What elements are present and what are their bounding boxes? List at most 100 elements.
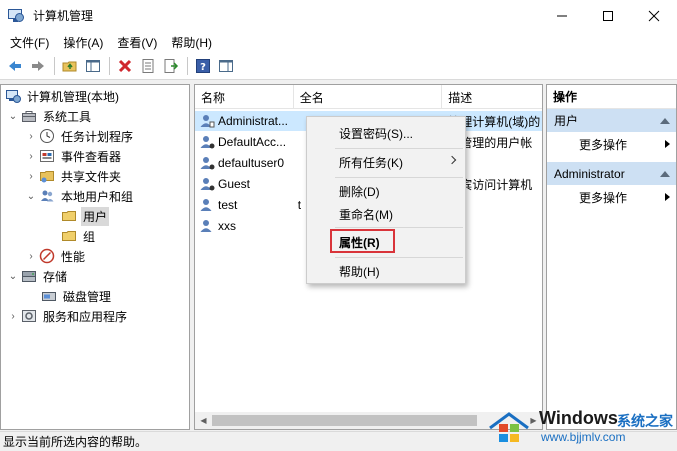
- chevron-right-icon[interactable]: ›: [25, 131, 37, 142]
- chevron-right-icon[interactable]: ›: [25, 251, 37, 262]
- delete-button[interactable]: [114, 55, 136, 77]
- console-tree-icon: [86, 60, 100, 72]
- tree-item-root[interactable]: 计算机管理(本地): [3, 86, 121, 106]
- menu-separator: [335, 177, 463, 178]
- forward-arrow-icon: [32, 61, 44, 71]
- collapse-icon[interactable]: [660, 117, 670, 124]
- show-hide-tree-button[interactable]: [82, 55, 104, 77]
- maximize-button[interactable]: [585, 0, 631, 31]
- menu-help[interactable]: 帮助(H): [164, 34, 219, 51]
- help-icon: ?: [196, 59, 210, 73]
- column-header-description[interactable]: 描述: [442, 85, 542, 109]
- menu-item-all-tasks[interactable]: 所有任务(K): [307, 151, 465, 173]
- services-icon: [21, 308, 37, 324]
- actions-section-users[interactable]: 用户: [547, 109, 676, 132]
- console-tree: 计算机管理(本地) ⌄ 系统工具 › 任务计划程序 › 事件查看器 › 共享文件…: [0, 84, 190, 430]
- user-name: Guest: [218, 177, 251, 191]
- chevron-down-icon[interactable]: ⌄: [7, 271, 19, 282]
- column-header-name[interactable]: 名称: [195, 85, 294, 109]
- menu-item-delete[interactable]: 删除(D): [307, 180, 465, 202]
- tree-item-system-tools[interactable]: ⌄ 系统工具: [7, 106, 93, 126]
- chevron-right-icon[interactable]: ›: [25, 151, 37, 162]
- actions-title: 操作: [547, 85, 676, 109]
- toolbar-separator: [54, 57, 55, 75]
- tree-item-task-scheduler[interactable]: › 任务计划程序: [25, 126, 135, 146]
- tree-item-services-apps[interactable]: › 服务和应用程序: [7, 306, 129, 326]
- event-viewer-icon: [39, 148, 55, 164]
- export-icon: [164, 59, 179, 73]
- action-pane-button[interactable]: [215, 55, 237, 77]
- tree-item-shared-folders[interactable]: › 共享文件夹: [25, 166, 123, 186]
- svg-text:?: ?: [200, 62, 206, 73]
- storage-icon: [21, 268, 37, 284]
- watermark-url: www.bjjmlv.com: [541, 430, 626, 444]
- user-name: test: [218, 198, 238, 212]
- folder-icon: [61, 228, 77, 244]
- minimize-button[interactable]: [539, 0, 585, 31]
- menu-item-rename[interactable]: 重命名(M): [307, 203, 465, 225]
- more-actions-users[interactable]: 更多操作: [547, 132, 676, 156]
- tree-item-local-users-groups[interactable]: ⌄ 本地用户和组: [25, 186, 135, 206]
- toolbar-separator: [187, 57, 188, 75]
- menu-separator: [335, 227, 463, 228]
- user-account-icon: [199, 134, 215, 150]
- tree-item-performance[interactable]: › 性能: [25, 246, 87, 266]
- up-folder-button[interactable]: [59, 55, 81, 77]
- properties-icon: [142, 59, 154, 73]
- close-button[interactable]: [631, 0, 677, 31]
- watermark-brand: Windows: [539, 408, 618, 428]
- user-account-icon: [199, 218, 215, 234]
- forward-button[interactable]: [27, 55, 49, 77]
- title-bar: 计算机管理: [0, 0, 677, 31]
- scrollbar-thumb[interactable]: [212, 415, 477, 426]
- close-icon: [648, 10, 660, 21]
- delete-x-icon: [118, 59, 132, 73]
- folder-icon: [61, 208, 77, 224]
- toolbar-separator: [109, 57, 110, 75]
- menu-action[interactable]: 操作(A): [56, 34, 110, 51]
- tree-item-users[interactable]: 用户: [59, 206, 110, 226]
- tree-item-event-viewer[interactable]: › 事件查看器: [25, 146, 123, 166]
- toolbox-icon: [21, 108, 37, 124]
- action-pane-icon: [219, 60, 233, 72]
- more-actions-administrator[interactable]: 更多操作: [547, 185, 676, 209]
- maximize-icon: [603, 10, 613, 21]
- menu-file[interactable]: 文件(F): [3, 34, 56, 51]
- tree-item-storage[interactable]: ⌄ 存储: [7, 266, 69, 286]
- users-group-icon: [39, 188, 55, 204]
- tree-item-groups[interactable]: 组: [59, 226, 97, 246]
- chevron-right-icon[interactable]: ›: [7, 311, 19, 322]
- menu-separator: [335, 148, 463, 149]
- user-name: xxs: [218, 219, 236, 233]
- shared-folder-icon: [39, 168, 55, 184]
- help-toolbar-button[interactable]: ?: [192, 55, 214, 77]
- menu-item-help[interactable]: 帮助(H): [307, 260, 465, 282]
- submenu-arrow-icon: [665, 140, 670, 148]
- menu-item-set-password[interactable]: 设置密码(S)...: [307, 122, 465, 144]
- chevron-right-icon[interactable]: ›: [25, 171, 37, 182]
- computer-icon: [5, 88, 21, 104]
- actions-pane: 操作 用户 更多操作 Administrator 更多操作: [546, 84, 677, 430]
- computer-management-icon: [8, 8, 24, 23]
- actions-section-administrator[interactable]: Administrator: [547, 162, 676, 185]
- back-arrow-icon: [9, 61, 21, 71]
- back-button[interactable]: [4, 55, 26, 77]
- menu-bar: 文件(F) 操作(A) 查看(V) 帮助(H): [0, 31, 677, 53]
- properties-toolbar-button[interactable]: [137, 55, 159, 77]
- menu-view[interactable]: 查看(V): [110, 34, 164, 51]
- export-list-button[interactable]: [160, 55, 182, 77]
- user-account-icon: [199, 113, 215, 129]
- watermark-cn: 系统之家: [617, 413, 673, 429]
- folder-up-icon: [62, 61, 77, 72]
- menu-separator: [335, 257, 463, 258]
- user-account-icon: [199, 176, 215, 192]
- performance-icon: [39, 248, 55, 264]
- windows-logo-icon: [489, 412, 529, 442]
- collapse-icon[interactable]: [660, 170, 670, 177]
- scroll-left-icon[interactable]: ◀: [195, 412, 212, 429]
- chevron-down-icon[interactable]: ⌄: [7, 111, 19, 122]
- tree-item-disk-management[interactable]: 磁盘管理: [39, 286, 113, 306]
- column-header-fullname[interactable]: 全名: [294, 85, 443, 109]
- chevron-down-icon[interactable]: ⌄: [25, 191, 37, 202]
- user-name: defaultuser0: [218, 156, 285, 170]
